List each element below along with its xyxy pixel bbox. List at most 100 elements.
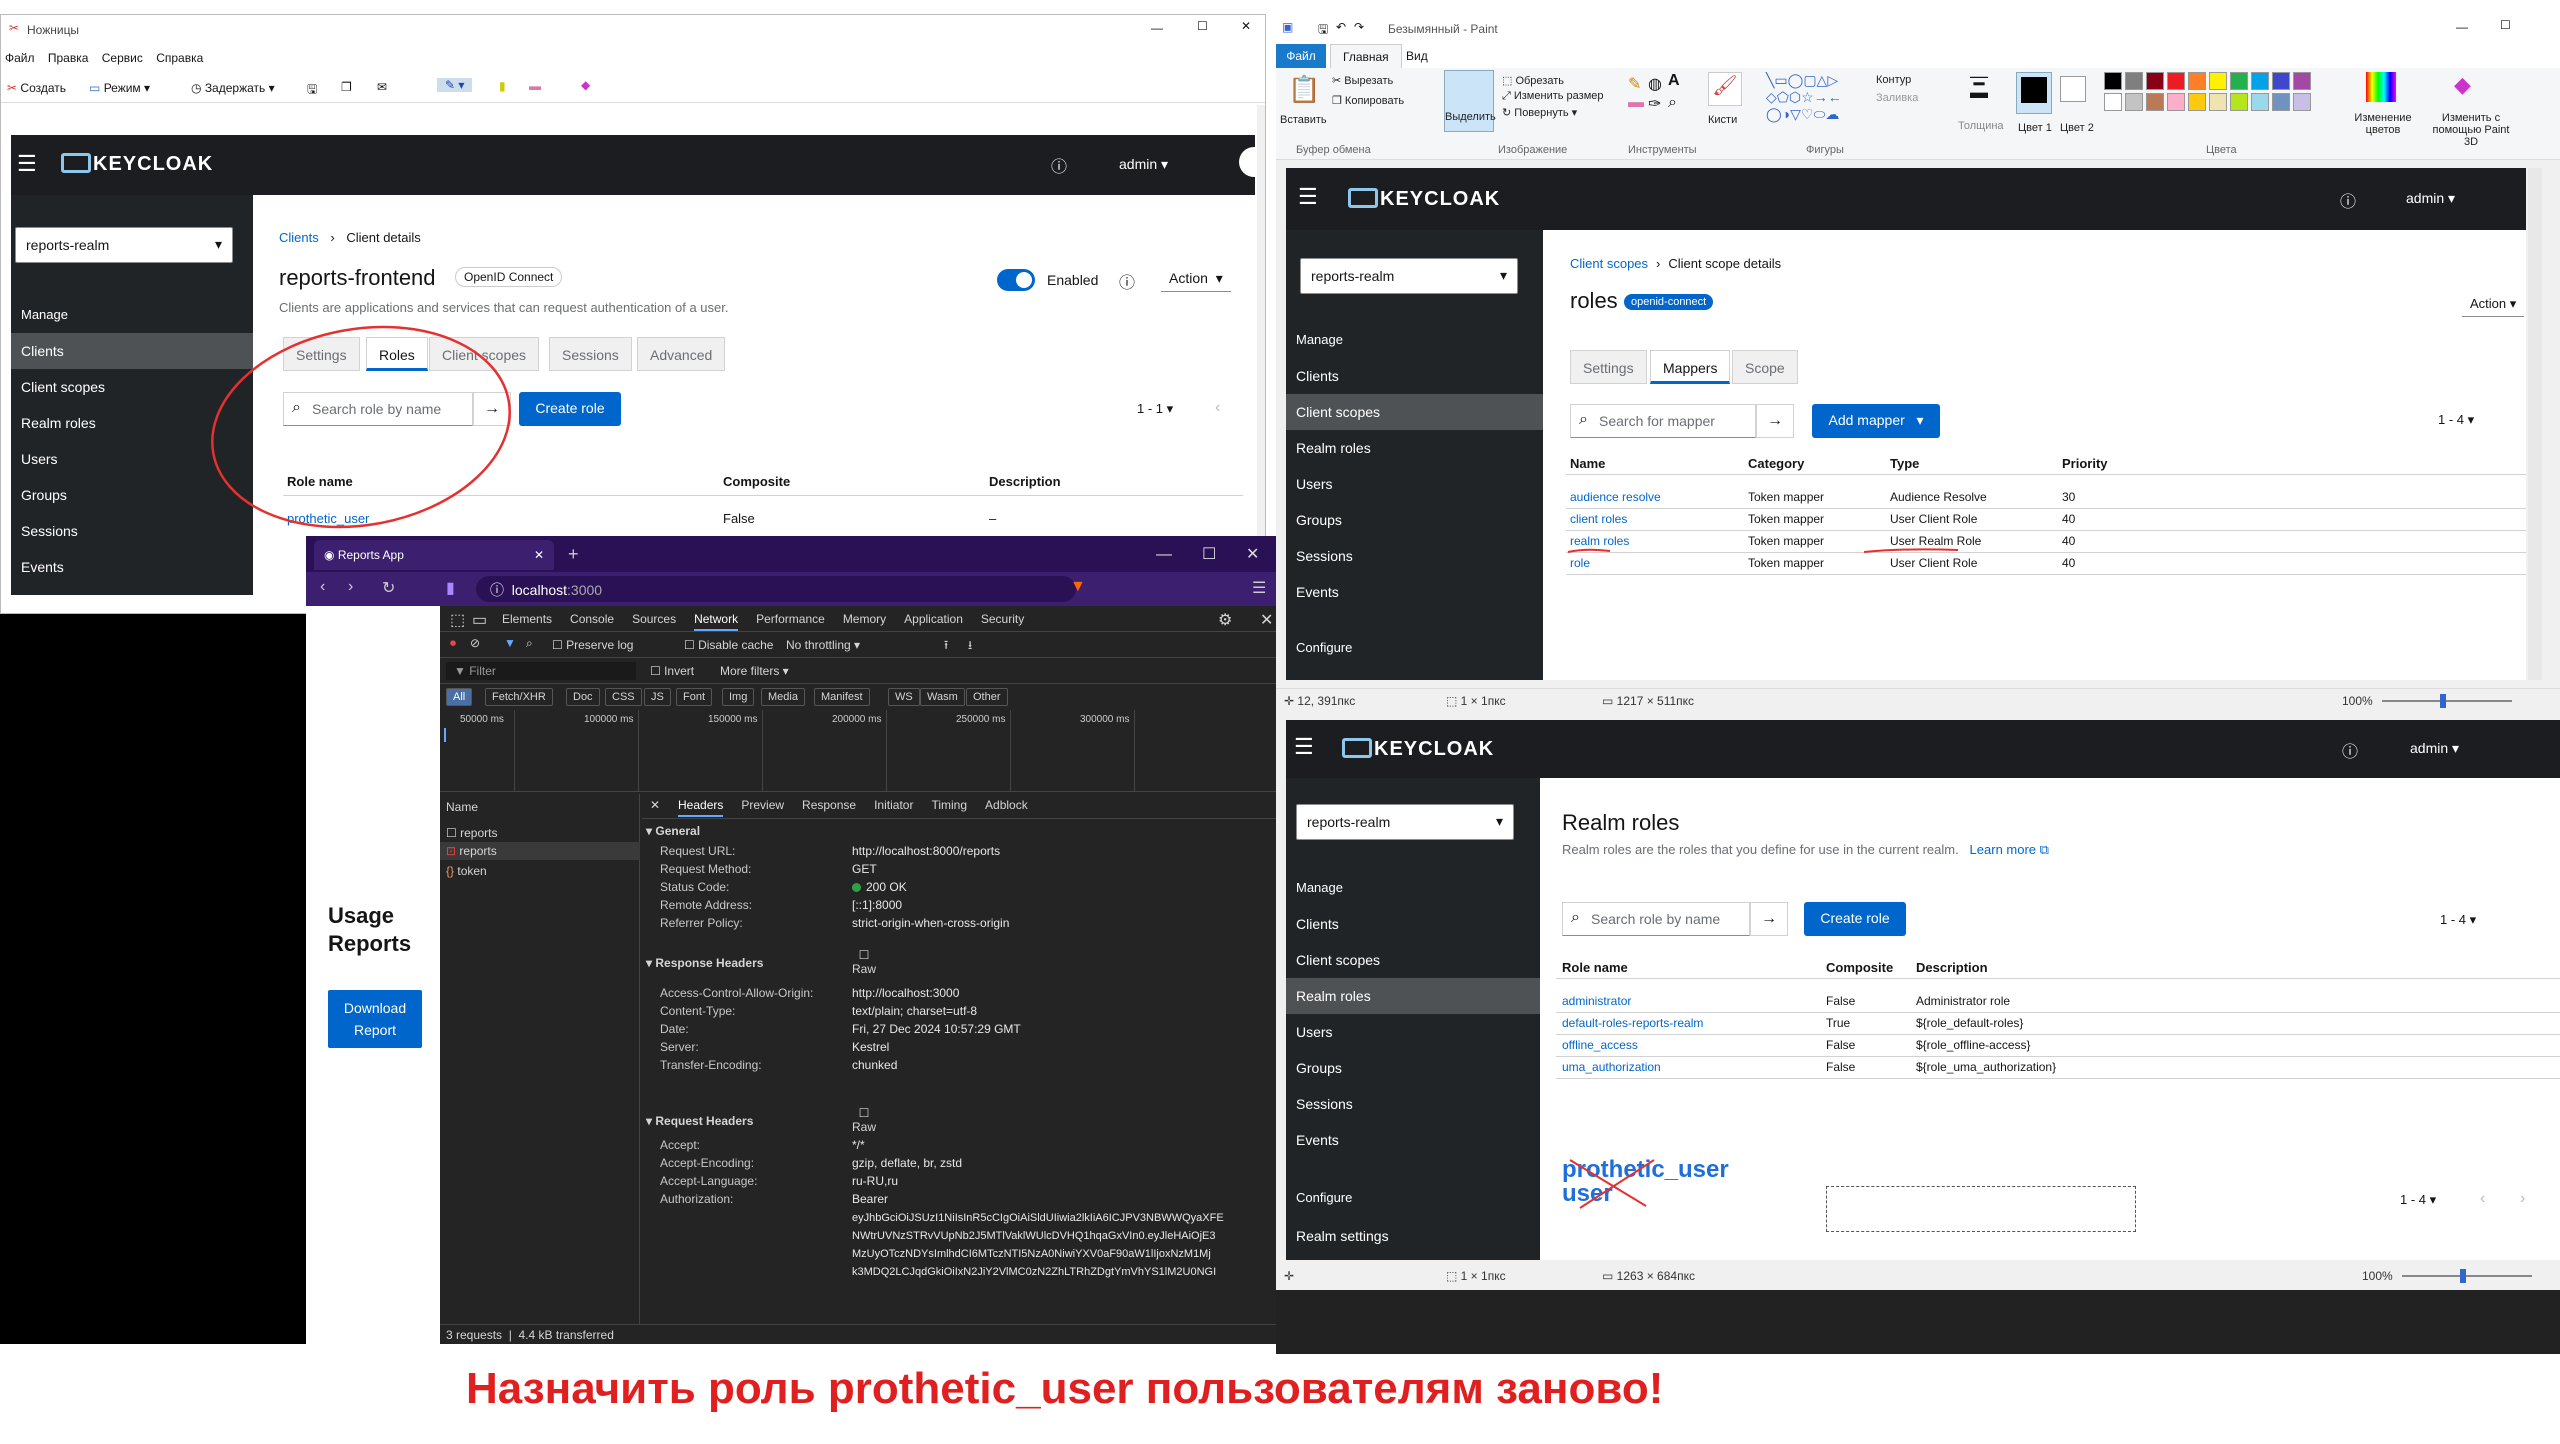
fill-button[interactable]: Заливка <box>1876 92 1918 104</box>
type-filter-ws[interactable]: WS <box>888 688 920 706</box>
palette-swatch[interactable] <box>2125 72 2143 90</box>
help-icon[interactable]: ⓘ <box>2342 738 2358 762</box>
sidebar-item-client-scopes[interactable]: Client scopes <box>1286 394 1543 430</box>
devtools-tab-application[interactable]: Application <box>904 612 963 626</box>
devtools-tab-console[interactable]: Console <box>570 612 614 626</box>
paste-icon[interactable]: 📋 <box>1288 74 1320 105</box>
tab-sessions[interactable]: Sessions <box>549 337 632 371</box>
tab-home[interactable]: Главная <box>1330 44 1402 69</box>
palette-swatch[interactable] <box>2188 72 2206 90</box>
pagination[interactable]: 1 - 4 ▾ <box>2438 412 2474 428</box>
enabled-toggle[interactable] <box>997 269 1035 291</box>
sidebar-item-realm-settings[interactable]: Realm settings <box>1286 1218 1540 1254</box>
chevron-left-icon[interactable]: ‹ <box>1215 399 1220 417</box>
new-snip-button[interactable]: ✂ Создать <box>7 81 66 95</box>
request-item[interactable]: {} token <box>446 864 487 878</box>
sidebar-item-sessions[interactable]: Sessions <box>1286 1086 1540 1122</box>
palette-swatch[interactable] <box>2104 72 2122 90</box>
type-filter-font[interactable]: Font <box>676 688 713 706</box>
palette-swatch[interactable] <box>2188 93 2206 111</box>
upload-icon[interactable]: ⭱ <box>944 636 948 657</box>
maximize-icon[interactable]: ☐ <box>1197 19 1208 33</box>
sidebar-item-users[interactable]: Users <box>1286 1014 1540 1050</box>
request-item-selected[interactable]: ⊡ reports <box>440 842 640 860</box>
palette-swatch[interactable] <box>2125 93 2143 111</box>
magnifier-icon[interactable]: ⌕ <box>1668 94 1677 112</box>
pagination[interactable]: 1 - 4 ▾ <box>2440 912 2476 928</box>
brave-shield-icon[interactable]: ▼ <box>1070 578 1086 596</box>
record-icon[interactable]: ⏺ <box>450 636 456 651</box>
help-icon[interactable]: ⓘ <box>1051 153 1067 177</box>
palette-swatch[interactable] <box>2146 93 2164 111</box>
menu-help[interactable]: Справка <box>156 51 203 65</box>
section-request-headers[interactable]: ▾ Request Headers <box>646 1114 753 1128</box>
select-button[interactable]: Выделить <box>1444 70 1496 132</box>
minimize-icon[interactable]: — <box>2456 20 2468 34</box>
maximize-icon[interactable]: ☐ <box>1202 544 1216 564</box>
resize-button[interactable]: ⤢ Изменить размер <box>1502 90 1604 103</box>
section-response-headers[interactable]: ▾ Response Headers <box>646 956 763 970</box>
redo-icon[interactable]: ↷ <box>1354 20 1364 34</box>
menu-file[interactable]: Файл <box>5 51 35 65</box>
back-icon[interactable]: ‹ <box>320 578 325 596</box>
raw-toggle[interactable]: ☐ Raw <box>852 1106 876 1134</box>
throttling-select[interactable]: No throttling ▾ <box>786 638 860 652</box>
role-link[interactable]: offline_access <box>1562 1038 1638 1052</box>
palette-swatch[interactable] <box>2251 72 2269 90</box>
details-tab-adblock[interactable]: Adblock <box>985 798 1028 812</box>
close-icon[interactable]: ✕ <box>1246 544 1259 564</box>
mapper-link[interactable]: audience resolve <box>1570 490 1661 504</box>
type-filter-manifest[interactable]: Manifest <box>814 688 870 706</box>
menu-icon[interactable]: ☰ <box>1252 578 1266 598</box>
snip-scrollbar[interactable] <box>1257 105 1265 605</box>
action-dropdown[interactable]: Action ▾ <box>1161 266 1231 292</box>
pagination[interactable]: 1 - 1 ▾ <box>1137 401 1173 417</box>
sidebar-item-client-scopes[interactable]: Client scopes <box>1286 942 1540 978</box>
tab-view[interactable]: Вид <box>1406 49 1428 63</box>
pencil-icon[interactable]: ✎ <box>1628 74 1641 94</box>
menu-edit[interactable]: Правка <box>48 51 89 65</box>
close-icon[interactable]: ✕ <box>1241 19 1251 33</box>
type-filter-js[interactable]: JS <box>644 688 671 706</box>
realm-selector[interactable]: reports-realm <box>1296 804 1514 840</box>
brushes-button[interactable]: Кисти <box>1708 114 1737 126</box>
paint3d-icon[interactable]: ◆ <box>2454 72 2471 98</box>
breadcrumb-clients[interactable]: Clients <box>279 230 319 245</box>
details-tab-response[interactable]: Response <box>802 798 856 812</box>
sidebar-item-sessions[interactable]: Sessions <box>1286 538 1543 574</box>
undo-icon[interactable]: ↶ <box>1336 20 1346 34</box>
sidebar-item-clients[interactable]: Clients <box>1286 906 1540 942</box>
palette-swatch[interactable] <box>2251 93 2269 111</box>
search-icon[interactable]: ⌕ <box>526 636 533 651</box>
pen-icon[interactable]: ✎ ▾ <box>437 78 473 92</box>
details-tab-headers[interactable]: Headers <box>678 798 724 817</box>
devtools-tab-sources[interactable]: Sources <box>632 612 676 626</box>
role-link[interactable]: default-roles-reports-realm <box>1562 1016 1703 1030</box>
brushes-icon[interactable]: 🖌 <box>1708 72 1742 106</box>
tab-file[interactable]: Файл <box>1276 44 1326 68</box>
crop-button[interactable]: ⬚ Обрезать <box>1502 74 1564 87</box>
palette-swatch[interactable] <box>2293 72 2311 90</box>
reload-icon[interactable]: ↻ <box>382 578 395 598</box>
chevron-left-icon[interactable]: ‹ <box>2480 1190 2485 1208</box>
maximize-icon[interactable]: ☐ <box>2500 18 2511 32</box>
help-icon[interactable]: ⓘ <box>1119 269 1135 293</box>
search-submit-button[interactable]: → <box>1750 902 1788 936</box>
filter-icon[interactable]: ▼ <box>504 636 516 650</box>
type-filter-media[interactable]: Media <box>761 688 805 706</box>
highlighter-icon[interactable]: ▮ <box>499 79 506 93</box>
details-tab-initiator[interactable]: Initiator <box>874 798 913 812</box>
edit-colors-button[interactable]: Изменение цветов <box>2348 112 2418 136</box>
thickness-button[interactable]: Толщина <box>1958 120 2004 132</box>
create-role-button[interactable]: Create role <box>1804 902 1906 936</box>
fill-icon[interactable]: ◍ <box>1648 74 1662 94</box>
sidebar-item-events[interactable]: Events <box>11 549 253 585</box>
details-tab-preview[interactable]: Preview <box>741 798 784 812</box>
color1-swatch[interactable] <box>2016 72 2052 114</box>
devtools-tab-network[interactable]: Network <box>694 612 739 631</box>
chevron-right-icon[interactable]: › <box>2520 1190 2525 1208</box>
eraser-icon[interactable]: ▬ <box>1628 94 1644 112</box>
palette-swatch[interactable] <box>2209 72 2227 90</box>
palette-swatch[interactable] <box>2104 93 2122 111</box>
send-icon[interactable]: ✉ <box>377 80 387 94</box>
